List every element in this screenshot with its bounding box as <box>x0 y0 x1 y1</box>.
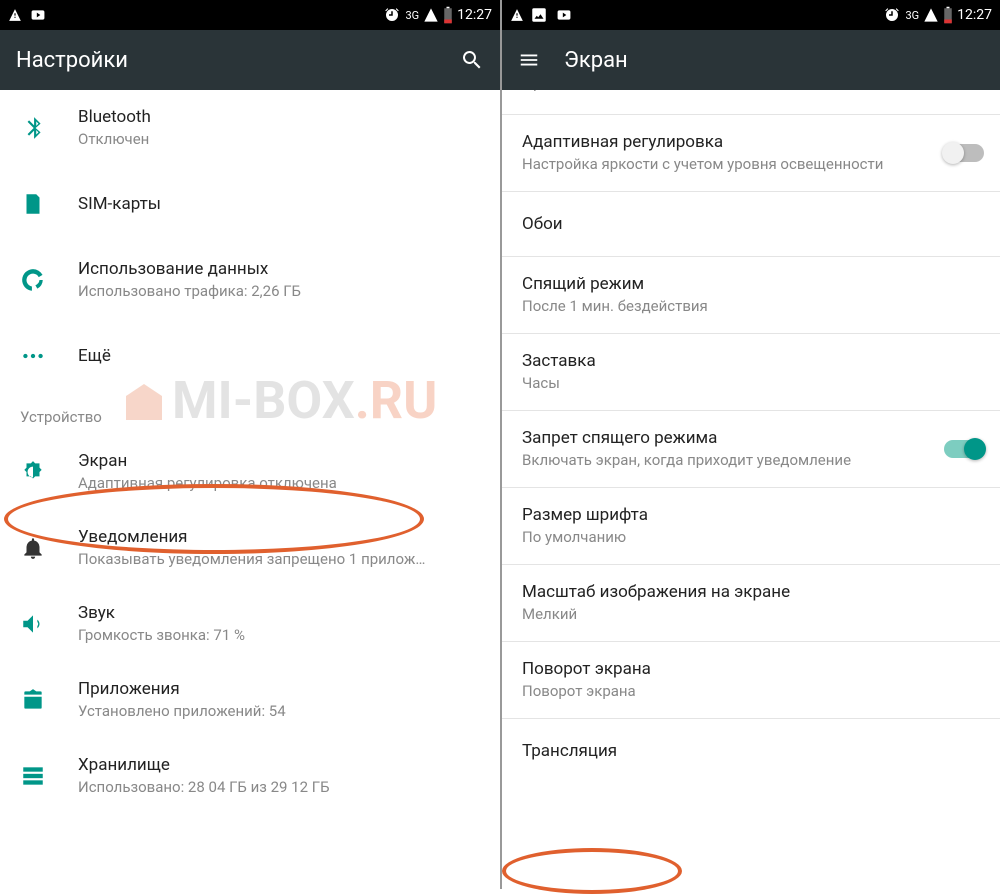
item-subtitle: Мелкий <box>522 605 984 625</box>
item-subtitle: Часы <box>522 374 984 394</box>
item-subtitle: Адаптивная регулировка отключена <box>78 474 484 494</box>
switch-wake[interactable] <box>944 440 984 458</box>
item-rotation[interactable]: Поворот экранаПоворот экрана <box>502 642 1000 718</box>
battery-icon <box>443 6 453 24</box>
item-subtitle: Установлено приложений: 54 <box>78 702 484 722</box>
item-title: Запрет спящего режима <box>522 427 944 449</box>
item-title: Ещё <box>78 345 484 367</box>
item-subtitle: Показывать уведомления запрещено 1 прило… <box>78 550 484 570</box>
item-wake-notify[interactable]: Запрет спящего режимаВключать экран, ког… <box>502 411 1000 487</box>
item-title: Обои <box>522 213 984 235</box>
app-bar-left: Настройки <box>0 30 500 90</box>
item-title: Заставка <box>522 350 984 372</box>
item-title: SIM-карты <box>78 193 484 215</box>
item-subtitle: По умолчанию <box>522 528 984 548</box>
bell-icon <box>20 535 46 561</box>
item-data-usage[interactable]: Использование данныхИспользовано трафика… <box>0 242 500 318</box>
item-subtitle: Громкость звонка: 71 % <box>78 626 484 646</box>
item-sound[interactable]: ЗвукГромкость звонка: 71 % <box>0 586 500 662</box>
item-title: Масштаб изображения на экране <box>522 581 984 603</box>
signal-icon <box>423 7 439 23</box>
item-subtitle: Использовано трафика: 2,26 ГБ <box>78 282 484 302</box>
item-title: Адаптивная регулировка <box>522 131 944 153</box>
alarm-icon <box>883 6 901 24</box>
status-bar: 3G 12:27 <box>502 0 1000 30</box>
youtube-icon <box>554 8 574 22</box>
item-storage[interactable]: ХранилищеИспользовано: 28 04 ГБ из 29 12… <box>0 738 500 814</box>
image-icon <box>530 6 548 24</box>
app-bar-right: Экран <box>502 30 1000 90</box>
item-title: Экран <box>78 450 484 472</box>
item-title: Трансляция <box>522 740 984 762</box>
item-wallpaper[interactable]: Обои <box>502 192 1000 256</box>
network-label: 3G <box>905 9 919 22</box>
item-display[interactable]: ЭкранАдаптивная регулировка отключена <box>0 434 500 510</box>
page-title: Экран <box>564 48 984 73</box>
phone-right: 3G 12:27 Экран Яркость Адаптивная регули… <box>500 0 1000 889</box>
item-bluetooth[interactable]: BluetoothОтключен <box>0 90 500 166</box>
apps-icon <box>20 687 46 713</box>
item-subtitle: Включать экран, когда приходит уведомлен… <box>522 451 944 471</box>
item-sleep[interactable]: Спящий режимПосле 1 мин. бездействия <box>502 257 1000 333</box>
item-title: Хранилище <box>78 754 484 776</box>
item-brightness[interactable]: Яркость <box>502 90 1000 114</box>
item-subtitle: Поворот экрана <box>522 682 984 702</box>
data-usage-icon <box>20 267 46 293</box>
item-subtitle: Отключен <box>78 130 484 150</box>
phone-left: 3G 12:27 Настройки BluetoothОтключен SIM… <box>0 0 500 889</box>
item-title: Яркость <box>522 90 984 93</box>
item-title: Спящий режим <box>522 273 984 295</box>
item-subtitle: После 1 мин. бездействия <box>522 297 984 317</box>
brightness-icon <box>20 459 46 485</box>
item-adaptive[interactable]: Адаптивная регулировкаНастройка яркости … <box>502 115 1000 191</box>
settings-list: BluetoothОтключен SIM-карты Использовани… <box>0 90 500 889</box>
signal-icon <box>923 7 939 23</box>
item-title: Размер шрифта <box>522 504 984 526</box>
storage-icon <box>20 763 46 789</box>
item-title: Использование данных <box>78 258 484 280</box>
item-more[interactable]: Ещё <box>0 318 500 394</box>
sim-icon <box>20 191 46 217</box>
network-label: 3G <box>405 9 419 22</box>
item-subtitle: Использовано: 28 04 ГБ из 29 12 ГБ <box>78 778 484 798</box>
item-font-size[interactable]: Размер шрифтаПо умолчанию <box>502 488 1000 564</box>
item-display-size[interactable]: Масштаб изображения на экранеМелкий <box>502 565 1000 641</box>
item-sim[interactable]: SIM-карты <box>0 166 500 242</box>
item-title: Bluetooth <box>78 106 484 128</box>
youtube-icon <box>28 8 48 22</box>
status-bar: 3G 12:27 <box>0 0 500 30</box>
item-subtitle: Настройка яркости с учетом уровня освеще… <box>522 155 944 175</box>
alert-icon <box>510 6 524 24</box>
item-title: Звук <box>78 602 484 624</box>
section-device: Устройство <box>0 394 500 434</box>
bluetooth-icon <box>20 115 46 141</box>
search-icon[interactable] <box>460 48 484 72</box>
item-screensaver[interactable]: ЗаставкаЧасы <box>502 334 1000 410</box>
time-label: 12:27 <box>457 7 492 23</box>
display-settings-list: Яркость Адаптивная регулировкаНастройка … <box>502 90 1000 889</box>
item-title: Уведомления <box>78 526 484 548</box>
sound-icon <box>20 611 46 637</box>
item-title: Поворот экрана <box>522 658 984 680</box>
item-title: Приложения <box>78 678 484 700</box>
time-label: 12:27 <box>957 7 992 23</box>
switch-adaptive[interactable] <box>944 144 984 162</box>
item-cast[interactable]: Трансляция <box>502 719 1000 783</box>
more-icon <box>20 343 46 369</box>
alarm-icon <box>383 6 401 24</box>
alert-icon <box>8 6 22 24</box>
battery-icon <box>943 6 953 24</box>
menu-icon[interactable] <box>518 49 540 71</box>
item-notifications[interactable]: УведомленияПоказывать уведомления запрещ… <box>0 510 500 586</box>
page-title: Настройки <box>16 48 460 73</box>
item-apps[interactable]: ПриложенияУстановлено приложений: 54 <box>0 662 500 738</box>
